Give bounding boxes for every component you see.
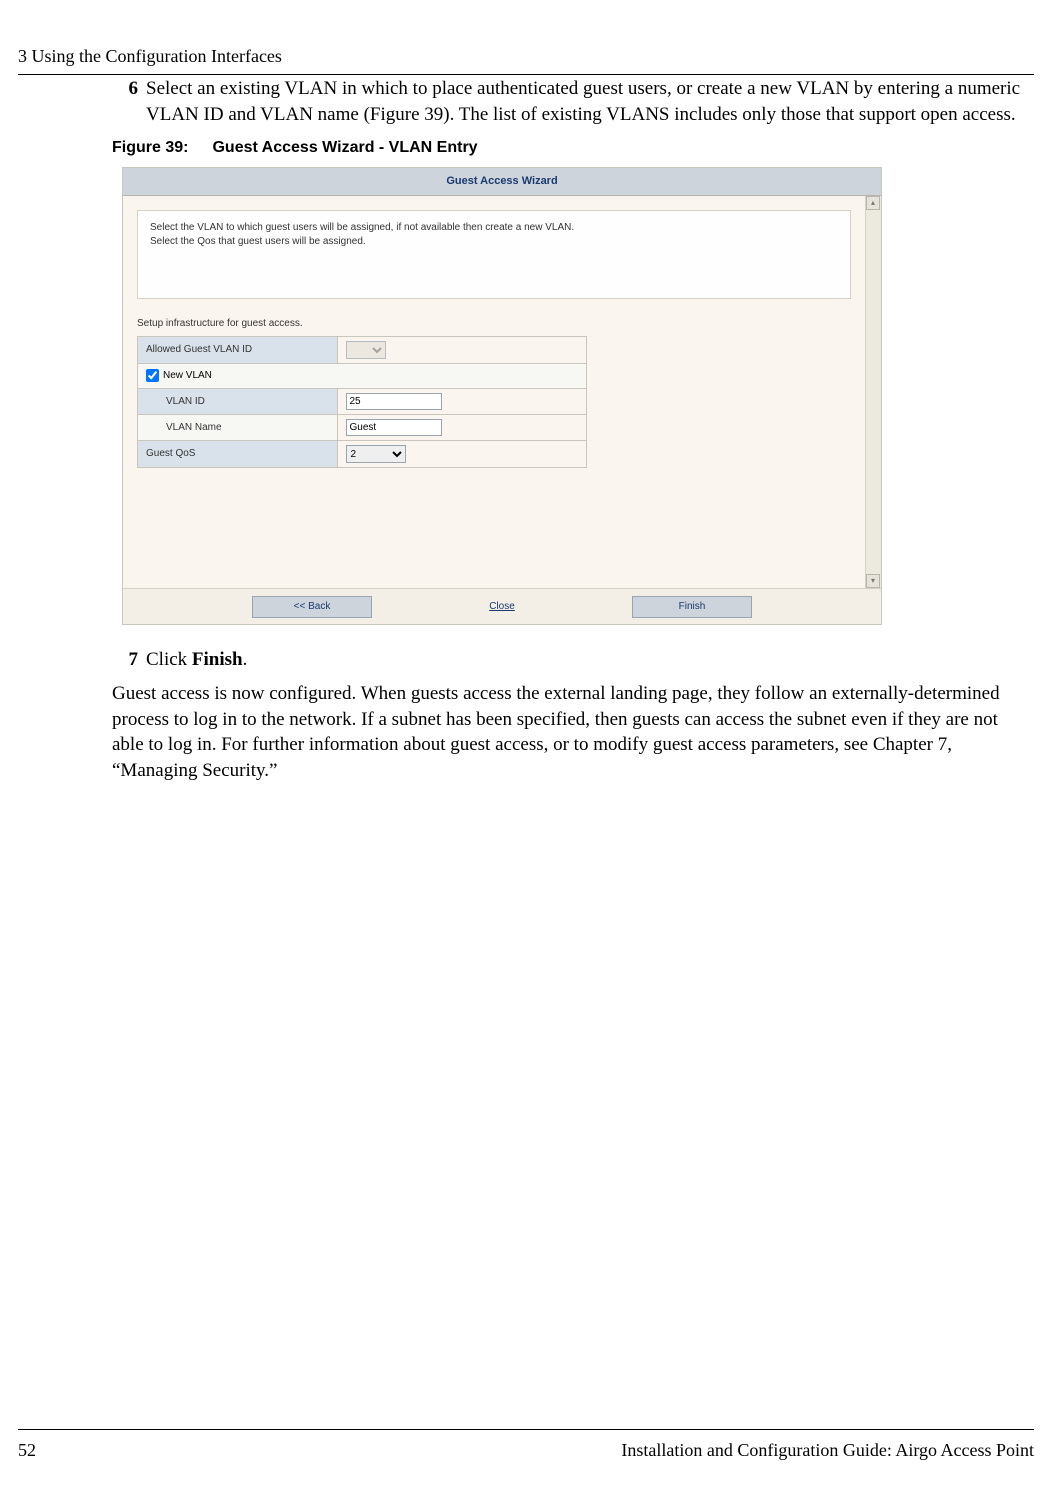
wizard-body: Select the VLAN to which guest users wil… xyxy=(123,196,865,589)
new-vlan-checkbox[interactable] xyxy=(146,369,159,382)
page-header: 3 Using the Configuration Interfaces xyxy=(18,44,1034,75)
finish-button[interactable]: Finish xyxy=(632,596,752,618)
figure-caption: Figure 39: Guest Access Wizard - VLAN Ent… xyxy=(112,137,1022,159)
wizard-instruction-1: Select the VLAN to which guest users wil… xyxy=(150,221,838,236)
row-vlan-id: VLAN ID xyxy=(138,389,587,415)
step-6-number: 6 xyxy=(112,76,146,127)
page-footer: 52 Installation and Configuration Guide:… xyxy=(18,1429,1034,1462)
row-new-vlan: New VLAN xyxy=(138,364,587,389)
close-link[interactable]: Close xyxy=(442,600,562,614)
wizard-spacer xyxy=(123,468,865,588)
figure-title: Guest Access Wizard - VLAN Entry xyxy=(212,139,477,156)
wizard-panel: Guest Access Wizard Select the VLAN to w… xyxy=(122,167,882,625)
row-guest-qos: Guest QoS 2 xyxy=(138,441,587,468)
row-vlan-name: VLAN Name xyxy=(138,415,587,441)
label-vlan-id: VLAN ID xyxy=(138,389,338,415)
step-7-post: . xyxy=(243,649,248,670)
body-paragraph: Guest access is now configured. When gue… xyxy=(112,681,1022,784)
label-new-vlan: New VLAN xyxy=(163,371,212,382)
back-button[interactable]: << Back xyxy=(252,596,372,618)
guest-qos-select[interactable]: 2 xyxy=(346,445,406,463)
label-vlan-name: VLAN Name xyxy=(138,415,338,441)
row-allowed-vlan: Allowed Guest VLAN ID xyxy=(138,337,587,364)
step-7-bold: Finish xyxy=(192,649,243,670)
step-7-pre: Click xyxy=(146,649,192,670)
step-7: 7 Click Finish. xyxy=(112,647,1022,673)
vlan-id-input[interactable] xyxy=(346,393,442,410)
step-7-number: 7 xyxy=(112,647,146,673)
chapter-title: 3 Using the Configuration Interfaces xyxy=(18,46,282,66)
vlan-name-input[interactable] xyxy=(346,419,442,436)
allowed-vlan-select[interactable] xyxy=(346,341,386,359)
step-7-text: Click Finish. xyxy=(146,647,1022,673)
figure-number: Figure 39: xyxy=(112,139,188,156)
wizard-form-table: Allowed Guest VLAN ID New VLAN VLAN ID xyxy=(137,336,587,468)
wizard-instructions: Select the VLAN to which guest users wil… xyxy=(137,210,851,299)
scroll-down-icon[interactable]: ▾ xyxy=(866,574,880,588)
label-allowed-vlan: Allowed Guest VLAN ID xyxy=(138,337,338,364)
wizard-title: Guest Access Wizard xyxy=(123,168,881,196)
footer-title: Installation and Configuration Guide: Ai… xyxy=(621,1438,1034,1462)
step-6-text: Select an existing VLAN in which to plac… xyxy=(146,76,1022,127)
scroll-up-icon[interactable]: ▴ xyxy=(866,196,880,210)
wizard-instruction-2: Select the Qos that guest users will be … xyxy=(150,235,838,250)
page-number: 52 xyxy=(18,1438,36,1462)
wizard-section-label: Setup infrastructure for guest access. xyxy=(123,313,865,337)
wizard-scrollbar[interactable]: ▴ ▾ xyxy=(865,196,881,589)
step-6: 6 Select an existing VLAN in which to pl… xyxy=(112,76,1022,127)
label-guest-qos: Guest QoS xyxy=(138,441,338,468)
page-content: 6 Select an existing VLAN in which to pl… xyxy=(112,76,1022,783)
wizard-button-bar: << Back Close Finish xyxy=(123,588,881,624)
